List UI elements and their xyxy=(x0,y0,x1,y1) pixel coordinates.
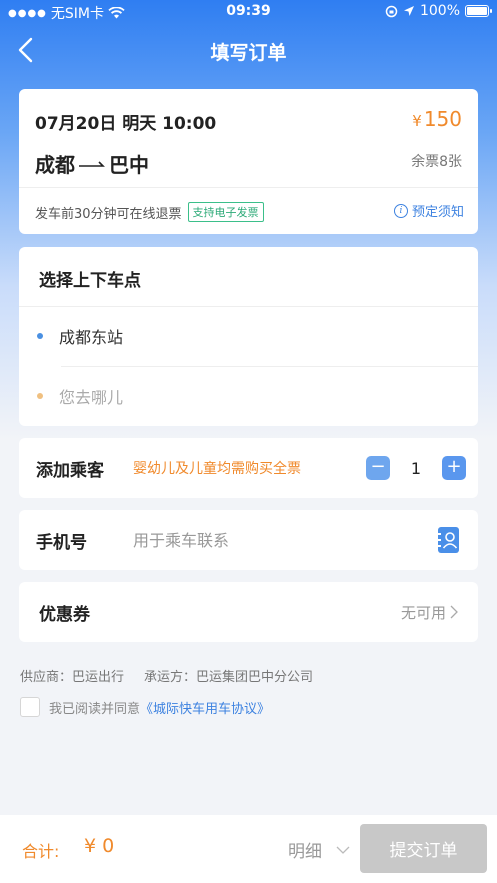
nav-bar: 填写订单 xyxy=(0,24,497,76)
carrier-text: 承运方：巴运集团巴中分公司 xyxy=(144,670,314,685)
increase-passenger-button[interactable]: + xyxy=(442,456,466,480)
price-value: 150 xyxy=(423,107,462,131)
rotation-lock-icon xyxy=(385,5,398,17)
boarding-stop-label: 成都东站 xyxy=(59,328,124,347)
chevron-down-icon xyxy=(336,846,350,854)
coupon-value[interactable]: 无可用 xyxy=(401,602,458,623)
booking-notice-label: 预定须知 xyxy=(411,205,464,220)
agreement-link[interactable]: 《城际快车用车协议》 xyxy=(140,698,270,717)
submit-order-button[interactable]: 提交订单 xyxy=(360,824,487,873)
invoice-tag: 支持电子发票 xyxy=(187,202,264,222)
detail-button[interactable]: 明细 xyxy=(288,837,350,862)
status-right: 100% xyxy=(385,3,492,19)
total-amount: ¥ 0 xyxy=(84,835,115,857)
stops-card: 选择上下车点 成都东站 您去哪儿 xyxy=(19,247,478,426)
battery-icon xyxy=(465,5,492,17)
bottom-bar: 合计: ¥ 0 明细 提交订单 xyxy=(0,815,497,883)
alighting-stop-row[interactable]: 您去哪儿 xyxy=(37,367,478,425)
location-arrow-icon xyxy=(403,6,414,16)
route-origin: 成都 xyxy=(35,153,75,177)
coupon-value-text: 无可用 xyxy=(400,603,446,622)
trip-price: ¥150 xyxy=(412,107,462,131)
route-arrow-icon xyxy=(79,160,105,167)
detail-label: 明细 xyxy=(288,842,322,862)
agreement-row: 我已阅读并同意 《城际快车用车协议》 xyxy=(20,697,270,717)
coupon-label: 优惠券 xyxy=(39,604,90,625)
price-symbol: ¥ xyxy=(412,112,422,130)
phone-label: 手机号 xyxy=(36,532,87,553)
supplier-info: 供应商：巴运出行 承运方：巴运集团巴中分公司 xyxy=(20,666,313,685)
info-icon: i xyxy=(393,203,408,218)
boarding-dot xyxy=(37,333,43,339)
battery-percent: 100% xyxy=(419,3,460,19)
seats-remaining: 余票8张 xyxy=(411,154,462,170)
passenger-label: 添加乘客 xyxy=(36,460,104,481)
trip-route: 成都 巴中 xyxy=(35,149,149,178)
refund-policy-text: 发车前30分钟可在线退票 xyxy=(35,206,182,222)
decrease-passenger-button[interactable]: − xyxy=(366,456,390,480)
route-destination: 巴中 xyxy=(109,153,149,177)
passenger-stepper: − 1 + xyxy=(366,456,466,480)
stops-title: 选择上下车点 xyxy=(39,271,141,291)
passenger-card: 添加乘客 婴幼儿及儿童均需购买全票 − 1 + xyxy=(19,438,478,498)
refund-policy: 发车前30分钟可在线退票 支持电子发票 xyxy=(35,202,264,222)
passenger-count: 1 xyxy=(410,458,422,478)
trip-divider xyxy=(19,187,478,188)
chevron-right-icon xyxy=(450,605,458,619)
page-title: 填写订单 xyxy=(210,42,287,64)
supplier-text: 供应商：巴运出行 xyxy=(20,670,125,685)
total-label: 合计: xyxy=(22,842,60,861)
trip-card: 07月20日 明天 10:00 ¥150 成都 巴中 余票8张 发车前30分钟可… xyxy=(19,89,478,234)
passenger-hint: 婴幼儿及儿童均需购买全票 xyxy=(133,461,301,477)
contacts-icon[interactable] xyxy=(436,526,460,554)
phone-card: 手机号 xyxy=(19,510,478,570)
coupon-card[interactable]: 优惠券 无可用 xyxy=(19,582,478,642)
status-bar: ●●●● 无SIM卡 09:39 100% xyxy=(0,0,497,24)
trip-date-time: 07月20日 明天 10:00 xyxy=(35,114,217,134)
alighting-dot xyxy=(37,393,43,399)
agreement-prefix: 我已阅读并同意 xyxy=(49,701,141,717)
phone-input[interactable] xyxy=(133,530,423,550)
booking-notice-link[interactable]: i 预定须知 xyxy=(393,201,464,220)
boarding-stop-row[interactable]: 成都东站 xyxy=(37,307,478,365)
agreement-checkbox[interactable] xyxy=(20,697,40,717)
alighting-stop-placeholder: 您去哪儿 xyxy=(59,388,124,407)
